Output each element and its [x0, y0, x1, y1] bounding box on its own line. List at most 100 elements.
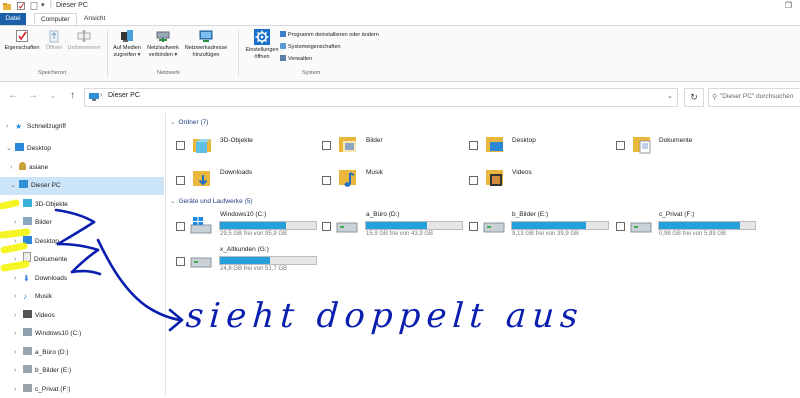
ordner-header: Ordner (7)	[178, 119, 209, 126]
nav-dieser-pc[interactable]: ⌄ Dieser PC	[10, 178, 61, 194]
oeffnen-button[interactable]: Öffnen	[42, 29, 66, 52]
folder-dokumente[interactable]: Dokumente	[659, 137, 692, 144]
breadcrumb-chevron-icon[interactable]: ›	[100, 92, 102, 99]
restore-window-icon[interactable]: ❐	[785, 1, 792, 10]
umbenennen-button[interactable]: Umbenennen	[66, 29, 102, 52]
verwalten-label: Verwalten	[288, 56, 313, 62]
folder-videos[interactable]: Videos	[512, 169, 532, 176]
expand-chevron-icon[interactable]: ›	[14, 234, 23, 250]
nav-label: Schnellzugriff	[27, 123, 66, 130]
nav-desktop[interactable]: › Desktop	[14, 234, 59, 250]
breadcrumb-dieser-pc[interactable]: Dieser PC	[108, 92, 140, 99]
folder-checkbox[interactable]	[176, 176, 185, 185]
drive-icon	[336, 221, 358, 235]
expand-chevron-icon[interactable]: ›	[14, 252, 23, 268]
folder-checkbox[interactable]	[469, 141, 478, 150]
nav-bilder[interactable]: › Bilder	[14, 215, 52, 231]
windows-drive-icon	[190, 217, 212, 234]
nav-label: Dieser PC	[31, 182, 61, 189]
expand-chevron-icon[interactable]: ›	[10, 160, 19, 176]
ribbon-divider	[238, 30, 239, 77]
nav-schnellzugriff[interactable]: › ★ Schnellzugriff	[6, 119, 66, 135]
nav-a-buero[interactable]: › a_Büro (D:)	[14, 345, 69, 361]
tab-datei[interactable]: Datei	[0, 13, 26, 25]
netzlaufwerk-verbinden-button[interactable]: Netzlaufwerk verbinden ▾	[145, 29, 181, 59]
drive-icon	[23, 365, 32, 373]
nav-3d-objekte[interactable]: › 3D-Objekte	[14, 197, 68, 213]
tab-computer[interactable]: Computer	[34, 13, 77, 25]
group-collapse-chevron-icon[interactable]: ⌄	[170, 119, 175, 126]
systemeigenschaften-button[interactable]: Systemeigenschaften	[280, 43, 341, 50]
up-arrow-icon[interactable]: ↑	[70, 90, 75, 101]
expand-chevron-icon[interactable]: ›	[14, 363, 23, 379]
nav-asiane[interactable]: › asiane	[10, 160, 48, 176]
nav-label: Dokumente	[34, 256, 68, 263]
expand-chevron-icon[interactable]: ›	[14, 345, 23, 361]
folder-checkbox[interactable]	[616, 141, 625, 150]
group-geraete-und-laufwerke[interactable]: ⌄ Geräte und Laufwerke (5)	[170, 197, 253, 205]
expand-chevron-icon[interactable]: ›	[14, 326, 23, 342]
group-ordner[interactable]: ⌄ Ordner (7)	[170, 118, 208, 126]
drive-usage-bar	[511, 221, 609, 230]
folder-checkbox[interactable]	[322, 141, 331, 150]
nav-dokumente[interactable]: › Dokumente	[14, 252, 67, 268]
nav-label: Desktop	[27, 145, 51, 152]
einstellungen-oeffnen-button[interactable]: Einstellungen öffnen	[244, 29, 280, 61]
forward-arrow-icon[interactable]: →	[28, 90, 38, 101]
properties-quick-icon[interactable]	[17, 2, 25, 10]
drive-checkbox[interactable]	[322, 222, 331, 231]
folder-desktop[interactable]: Desktop	[512, 137, 536, 144]
address-dropdown-icon[interactable]: ⌄	[667, 92, 673, 100]
desktop-folder-icon	[486, 134, 506, 152]
folder-musik[interactable]: Musik	[366, 169, 383, 176]
expand-chevron-icon[interactable]: ›	[14, 308, 23, 324]
collapse-chevron-icon[interactable]: ⌄	[10, 178, 19, 194]
nav-windows10[interactable]: › Windows10 (C:)	[14, 326, 81, 342]
recent-locations-chevron-icon[interactable]: ⌄	[50, 92, 56, 100]
folder-3d-objekte[interactable]: 3D-Objekte	[220, 137, 253, 144]
drive-name[interactable]: Windows10 (C:)	[220, 211, 266, 218]
expand-chevron-icon[interactable]: ›	[14, 197, 23, 213]
tab-ansicht[interactable]: Ansicht	[78, 13, 111, 25]
nav-musik[interactable]: › ♪ Musik	[14, 289, 52, 305]
expand-chevron-icon[interactable]: ›	[14, 215, 23, 231]
expand-chevron-icon[interactable]: ›	[6, 119, 15, 135]
refresh-icon[interactable]: ↻	[684, 88, 704, 107]
drive-checkbox[interactable]	[176, 257, 185, 266]
verwalten-button[interactable]: Verwalten	[280, 55, 312, 62]
drive-name[interactable]: x_Altkunden (G:)	[220, 246, 269, 253]
drive-checkbox[interactable]	[469, 222, 478, 231]
drive-free-space: 9,13 GB frei von 39,9 GB	[512, 231, 580, 237]
nav-b-bilder[interactable]: › b_Bilder (E:)	[14, 363, 71, 379]
netzwerkadresse-hinzufuegen-button[interactable]: Netzwerkadresse hinzufügen	[182, 29, 230, 59]
drive-name[interactable]: c_Privat (F:)	[659, 211, 694, 218]
collapse-chevron-icon[interactable]: ⌄	[6, 141, 15, 157]
nav-desktop-root[interactable]: ⌄ Desktop	[6, 141, 51, 157]
folder-checkbox[interactable]	[176, 141, 185, 150]
folder-checkbox[interactable]	[469, 176, 478, 185]
folder-downloads[interactable]: Downloads	[220, 169, 252, 176]
drive-icon	[630, 221, 652, 235]
expand-chevron-icon[interactable]: ›	[14, 271, 23, 287]
folder-bilder[interactable]: Bilder	[366, 137, 383, 144]
netzlaufwerk-label-1: Netzlaufwerk	[147, 45, 179, 51]
downloads-folder-icon	[193, 168, 213, 186]
group-collapse-chevron-icon[interactable]: ⌄	[170, 198, 175, 205]
ribbon-divider	[107, 30, 108, 77]
folder-checkbox[interactable]	[322, 176, 331, 185]
drive-name[interactable]: a_Büro (D:)	[366, 211, 400, 218]
nav-downloads[interactable]: › ⬇ Downloads	[14, 271, 67, 287]
eigenschaften-button[interactable]: Eigenschaften	[3, 29, 41, 52]
drive-name[interactable]: b_Bilder (E:)	[512, 211, 548, 218]
drive-checkbox[interactable]	[616, 222, 625, 231]
back-arrow-icon[interactable]: ←	[8, 90, 18, 101]
auf-medien-zugreifen-button[interactable]: Auf Medien zugreifen ▾	[110, 29, 144, 59]
expand-chevron-icon[interactable]: ›	[14, 289, 23, 305]
drive-checkbox[interactable]	[176, 222, 185, 231]
customize-quick-access-icon[interactable]: ▾	[41, 1, 49, 9]
address-bar[interactable]: › ⌄	[84, 88, 678, 107]
nav-label: b_Bilder (E:)	[35, 367, 72, 374]
new-folder-quick-icon[interactable]	[30, 2, 38, 10]
nav-videos[interactable]: › Videos	[14, 308, 55, 324]
programm-deinstallieren-button[interactable]: Programm deinstallieren oder ändern	[280, 31, 379, 38]
